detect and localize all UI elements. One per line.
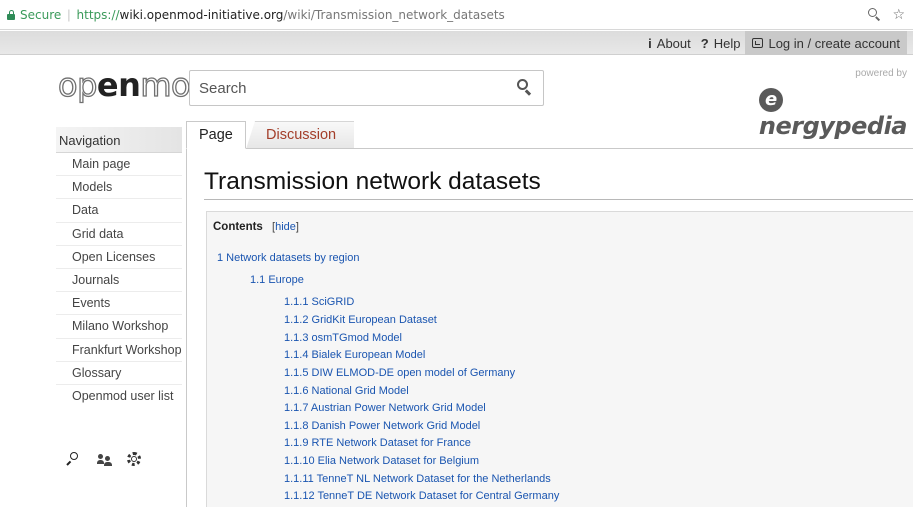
toc-entry[interactable]: 1.1.10 Elia Network Dataset for Belgium — [284, 455, 479, 467]
sidebar-item-models[interactable]: Models — [56, 176, 182, 200]
sidebar-item-grid-data[interactable]: Grid data — [56, 223, 182, 246]
toc-entry[interactable]: 1.1.1 SciGRID — [284, 296, 354, 308]
bookmark-star-icon[interactable]: ☆ — [892, 7, 905, 21]
toc-hide-control: [hide] — [272, 221, 299, 233]
sidebar-item-milano-workshop[interactable]: Milano Workshop — [56, 315, 182, 339]
sidebar-item-data[interactable]: Data — [56, 199, 182, 223]
toc-entry[interactable]: 1.1.2 GridKit European Dataset — [284, 314, 437, 326]
toc-entry[interactable]: 1.1.7 Austrian Power Network Grid Model — [284, 402, 486, 414]
toc-entry[interactable]: 1.1 Europe — [250, 274, 304, 286]
logo-part-open: op — [57, 65, 98, 104]
sidebar-tools — [66, 451, 142, 467]
toc-entry[interactable]: 1 Network datasets by region — [217, 252, 359, 264]
question-icon: ? — [700, 35, 709, 51]
search-tool-icon[interactable] — [66, 451, 82, 467]
page-title: Transmission network datasets — [204, 168, 913, 200]
search-icon[interactable] — [517, 79, 535, 97]
sidebar-item-frankfurt-workshop[interactable]: Frankfurt Workshop — [56, 339, 182, 362]
about-label: About — [656, 35, 691, 51]
lock-icon — [7, 10, 15, 20]
sidebar-item-events[interactable]: Events — [56, 292, 182, 316]
info-icon: i — [648, 35, 652, 51]
sidebar-item-openmod-user-list[interactable]: Openmod user list — [56, 385, 182, 408]
toc-entry[interactable]: 1.1.4 Bialek European Model — [284, 349, 425, 361]
toc-entry[interactable]: 1.1.9 RTE Network Dataset for France — [284, 437, 471, 449]
login-icon — [752, 38, 764, 48]
secure-label: Secure — [20, 7, 62, 22]
toc-entry[interactable]: 1.1.12 TenneT DE Network Dataset for Cen… — [284, 490, 559, 502]
help-label: Help — [713, 35, 741, 51]
toc-title: Contents — [213, 221, 263, 233]
powered-by-label: powered by — [855, 68, 907, 79]
toc-hide-bracket-close: ] — [295, 221, 299, 233]
logo-part-en: en — [96, 66, 141, 104]
sidebar-item-main-page[interactable]: Main page — [56, 153, 182, 177]
toc-entry[interactable]: 1.1.5 DIW ELMOD-DE open model of Germany — [284, 367, 515, 379]
toc-hide-link[interactable]: hide — [275, 221, 296, 233]
openmod-logo[interactable]: op en mod — [57, 65, 211, 106]
address-separator: | — [67, 7, 71, 22]
login-link[interactable]: Log in / create account — [745, 31, 907, 55]
login-label: Log in / create account — [768, 35, 900, 51]
energypedia-e-icon: e — [758, 88, 783, 112]
search-input[interactable] — [191, 72, 506, 104]
toc-entry[interactable]: 1.1.6 National Grid Model — [284, 385, 409, 397]
sidebar: Navigation Main page Models Data Grid da… — [56, 127, 182, 408]
energypedia-wordmark: energypedia — [758, 80, 908, 140]
gear-icon[interactable] — [126, 451, 142, 467]
url-path: /wiki/Transmission_network_datasets — [283, 7, 505, 22]
url-protocol: https:// — [76, 7, 120, 22]
toc-heading: Contents [hide] — [213, 221, 299, 233]
energypedia-logo[interactable]: powered by energypedia — [758, 68, 908, 140]
toc-entry[interactable]: 1.1.8 Danish Power Network Grid Model — [284, 420, 480, 432]
tab-discussion[interactable]: Discussion — [246, 121, 354, 149]
sidebar-item-open-licenses[interactable]: Open Licenses — [56, 246, 182, 269]
search-box — [189, 70, 544, 106]
about-link[interactable]: i About — [643, 31, 696, 55]
address-bar[interactable]: Secure | https://wiki.openmod-initiative… — [0, 0, 913, 30]
tab-page[interactable]: Page — [186, 121, 246, 149]
toc-entry[interactable]: 1.1.3 osmTGmod Model — [284, 332, 402, 344]
zoom-icon[interactable] — [868, 8, 881, 21]
navigation-header: Navigation — [56, 127, 182, 153]
energypedia-name: nergypedia — [758, 112, 908, 140]
url-text[interactable]: https://wiki.openmod-initiative.org/wiki… — [77, 8, 505, 22]
sidebar-item-journals[interactable]: Journals — [56, 269, 182, 293]
users-icon[interactable] — [96, 451, 112, 467]
sidebar-item-glossary[interactable]: Glossary — [56, 362, 182, 385]
personal-bar: i About ? Help Log in / create account — [0, 31, 913, 55]
toc-entry[interactable]: 1.1.11 TenneT NL Network Dataset for the… — [284, 473, 551, 485]
help-link[interactable]: ? Help — [696, 31, 746, 55]
url-host: wiki.openmod-initiative.org — [119, 7, 284, 22]
